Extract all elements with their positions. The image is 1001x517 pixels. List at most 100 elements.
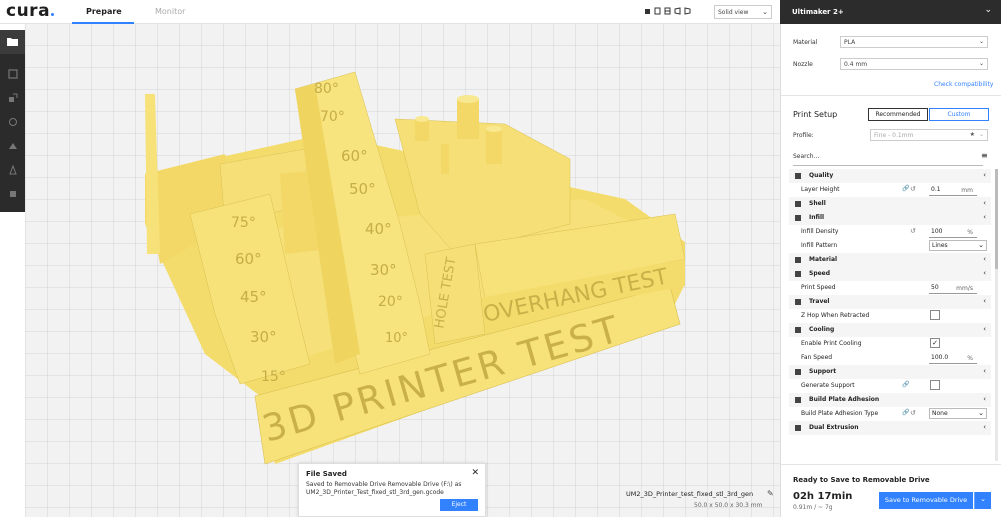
- per-model-settings-button[interactable]: [0, 158, 25, 182]
- scale-tool-button[interactable]: [0, 86, 25, 110]
- tab-monitor[interactable]: Monitor: [155, 7, 185, 16]
- view-left-icon[interactable]: [674, 7, 681, 15]
- eject-button[interactable]: Eject: [440, 499, 478, 511]
- profile-value: Fine - 0.1mm: [874, 132, 914, 139]
- chevron-left-icon[interactable]: ‹: [983, 269, 986, 277]
- file-saved-toast: File Saved Saved to Removable Drive Remo…: [298, 463, 486, 517]
- rotate-tool-button[interactable]: [0, 110, 25, 134]
- setting-label: Generate Support: [801, 382, 855, 389]
- tab-prepare[interactable]: Prepare: [86, 7, 122, 16]
- setting-row: Layer Height 🔗 ↺ 0.1 mm: [789, 183, 991, 197]
- category-label: Material: [809, 256, 838, 263]
- 3d-viewport[interactable]: 80° 70° 60° 50° 40° 30° 20° 10° 75° 60° …: [25, 24, 780, 517]
- setting-label: Z Hop When Retracted: [801, 312, 870, 319]
- view-top-icon[interactable]: [664, 7, 671, 15]
- translate-tool-button[interactable]: [0, 62, 25, 86]
- settings-category[interactable]: Quality ‹: [789, 169, 991, 183]
- link-icon: 🔗: [902, 381, 910, 388]
- reset-icon[interactable]: ↺: [910, 227, 916, 235]
- reset-icon[interactable]: ↺: [910, 409, 916, 417]
- arc-right-label: 60°: [341, 147, 368, 165]
- close-icon[interactable]: ✕: [471, 468, 479, 478]
- setting-unit: %: [967, 229, 973, 236]
- setting-dropdown[interactable]: Lines ⌄: [929, 240, 987, 251]
- open-file-button[interactable]: [0, 30, 25, 54]
- setting-dropdown[interactable]: None ⌄: [929, 408, 987, 419]
- settings-category[interactable]: Speed ‹: [789, 267, 991, 281]
- setting-unit: %: [967, 355, 973, 362]
- profile-select[interactable]: Fine - 0.1mm ★ ⌄: [870, 129, 988, 141]
- menu-icon[interactable]: ≡: [981, 151, 988, 160]
- custom-mode-button[interactable]: Custom: [929, 108, 989, 121]
- arc-right-label: 70°: [320, 109, 345, 125]
- support-blocker-icon: [9, 191, 16, 197]
- output-device-dropdown-button[interactable]: ⌄: [974, 492, 991, 509]
- chevron-left-icon[interactable]: ‹: [983, 423, 986, 431]
- search-input[interactable]: Search...: [793, 153, 819, 160]
- category-label: Dual Extrusion: [809, 424, 859, 431]
- chevron-left-icon[interactable]: ‹: [983, 199, 986, 207]
- arc-left-label: 15°: [261, 369, 286, 385]
- setting-value-input[interactable]: 100.0%: [929, 352, 977, 364]
- chevron-left-icon[interactable]: ‹: [983, 255, 986, 263]
- arc-right-label: 50°: [349, 180, 376, 198]
- view-mode-select[interactable]: Solid view ⌄: [714, 5, 772, 19]
- setting-value-input[interactable]: 50 mm/s: [929, 282, 977, 294]
- category-label: Build Plate Adhesion: [809, 396, 880, 403]
- setting-checkbox[interactable]: ✓: [930, 338, 940, 348]
- category-label: Shell: [809, 200, 826, 207]
- nozzle-select[interactable]: 0.4 mm ⌄: [840, 58, 988, 70]
- reset-icon[interactable]: ↺: [910, 185, 916, 193]
- view-3d-icon[interactable]: [644, 7, 651, 15]
- cura-logo: cura: [6, 1, 51, 21]
- recommended-mode-button[interactable]: Recommended: [868, 108, 928, 121]
- chevron-left-icon[interactable]: ‹: [983, 367, 986, 375]
- category-label: Quality: [809, 172, 834, 179]
- star-icon: ★: [969, 131, 975, 138]
- check-compatibility-link[interactable]: Check compatibility: [934, 81, 993, 88]
- material-select[interactable]: PLA ⌄: [840, 36, 988, 48]
- settings-category[interactable]: Build Plate Adhesion ‹: [789, 393, 991, 407]
- material-label: Material: [793, 39, 818, 46]
- setting-dropdown-value: Lines: [932, 242, 948, 249]
- chevron-left-icon[interactable]: ‹: [983, 213, 986, 221]
- settings-category[interactable]: Dual Extrusion ‹: [789, 421, 991, 435]
- chevron-left-icon[interactable]: ‹: [983, 171, 986, 179]
- profile-label: Profile:: [793, 132, 814, 139]
- setting-label: Infill Density: [801, 228, 839, 235]
- chevron-left-icon[interactable]: ‹: [983, 395, 986, 403]
- chevron-left-icon[interactable]: ‹: [983, 325, 986, 333]
- save-to-removable-drive-button[interactable]: Save to Removable Drive: [879, 492, 973, 509]
- settings-category[interactable]: Support ‹: [789, 365, 991, 379]
- nozzle-label: Nozzle: [793, 61, 813, 68]
- link-icon: 🔗: [902, 185, 910, 192]
- settings-scrollbar-thumb[interactable]: [995, 169, 998, 269]
- view-front-icon[interactable]: [654, 7, 661, 15]
- infill-icon: [794, 214, 802, 222]
- setting-checkbox[interactable]: [930, 310, 940, 320]
- machine-selector[interactable]: Ultimaker 2+ ⌄: [780, 0, 1001, 24]
- settings-category[interactable]: Cooling ‹: [789, 323, 991, 337]
- mirror-tool-button[interactable]: [0, 134, 25, 158]
- arc-right-label: 10°: [385, 331, 408, 346]
- edit-pencil-icon[interactable]: ✎: [767, 489, 774, 498]
- chevron-left-icon[interactable]: ‹: [983, 297, 986, 305]
- setting-value-input[interactable]: 0.1 mm: [929, 184, 977, 196]
- settings-category[interactable]: Shell ‹: [789, 197, 991, 211]
- printer-test-model[interactable]: 80° 70° 60° 50° 40° 30° 20° 10° 75° 60° …: [25, 24, 780, 517]
- dual-extrusion-icon: [794, 424, 802, 432]
- settings-category[interactable]: Material ‹: [789, 253, 991, 267]
- machine-name: Ultimaker 2+: [792, 8, 844, 16]
- support-icon: [794, 368, 802, 376]
- settings-category[interactable]: Infill ‹: [789, 211, 991, 225]
- setting-label: Enable Print Cooling: [801, 340, 862, 347]
- setting-checkbox[interactable]: [930, 380, 940, 390]
- settings-category[interactable]: Travel ‹: [789, 295, 991, 309]
- support-blocker-button[interactable]: [0, 182, 25, 206]
- chevron-down-icon: ⌄: [762, 8, 768, 16]
- setting-value-input[interactable]: 100%: [929, 226, 977, 238]
- view-right-icon[interactable]: [684, 7, 691, 15]
- view-mode-value: Solid view: [718, 9, 749, 16]
- divider: [781, 95, 1001, 96]
- chevron-down-icon: ⌄: [978, 60, 984, 67]
